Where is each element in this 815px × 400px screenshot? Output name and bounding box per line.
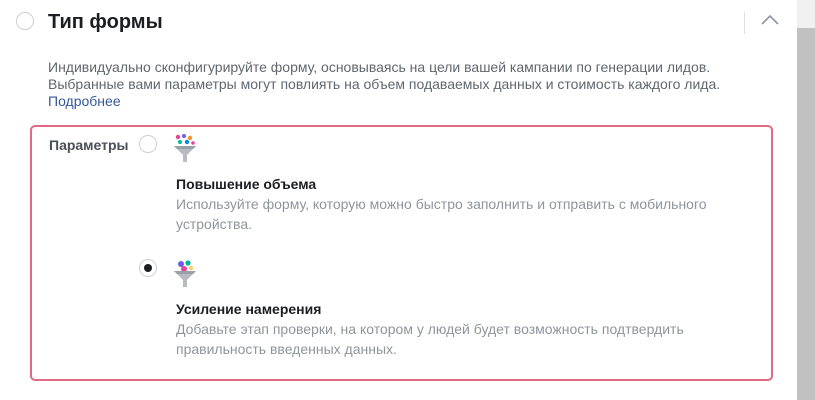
funnel-icon (174, 260, 196, 287)
learn-more-link[interactable]: Подробнее (48, 93, 121, 109)
scrollbar-thumb[interactable] (797, 28, 815, 400)
option-volume-description: Используйте форму, которую можно быстро … (176, 196, 707, 232)
option-intent-description: Добавьте этап проверки, на котором у люд… (176, 321, 684, 357)
header-divider (744, 12, 745, 34)
chevron-up-icon (761, 14, 779, 25)
section-description: Индивидуально сконфигурируйте форму, осн… (48, 59, 738, 110)
section-radio[interactable] (16, 12, 34, 30)
section-title: Тип формы (48, 11, 163, 33)
options-label: Параметры (49, 137, 129, 153)
description-text: Индивидуально сконфигурируйте форму, осн… (48, 59, 721, 92)
option-volume-radio[interactable] (139, 135, 157, 153)
option-intent-radio[interactable] (139, 259, 157, 277)
funnel-icon (174, 134, 196, 162)
option-volume-title: Повышение объема (176, 176, 317, 192)
collapse-button[interactable] (756, 6, 784, 34)
option-intent-title: Усиление намерения (176, 301, 322, 317)
